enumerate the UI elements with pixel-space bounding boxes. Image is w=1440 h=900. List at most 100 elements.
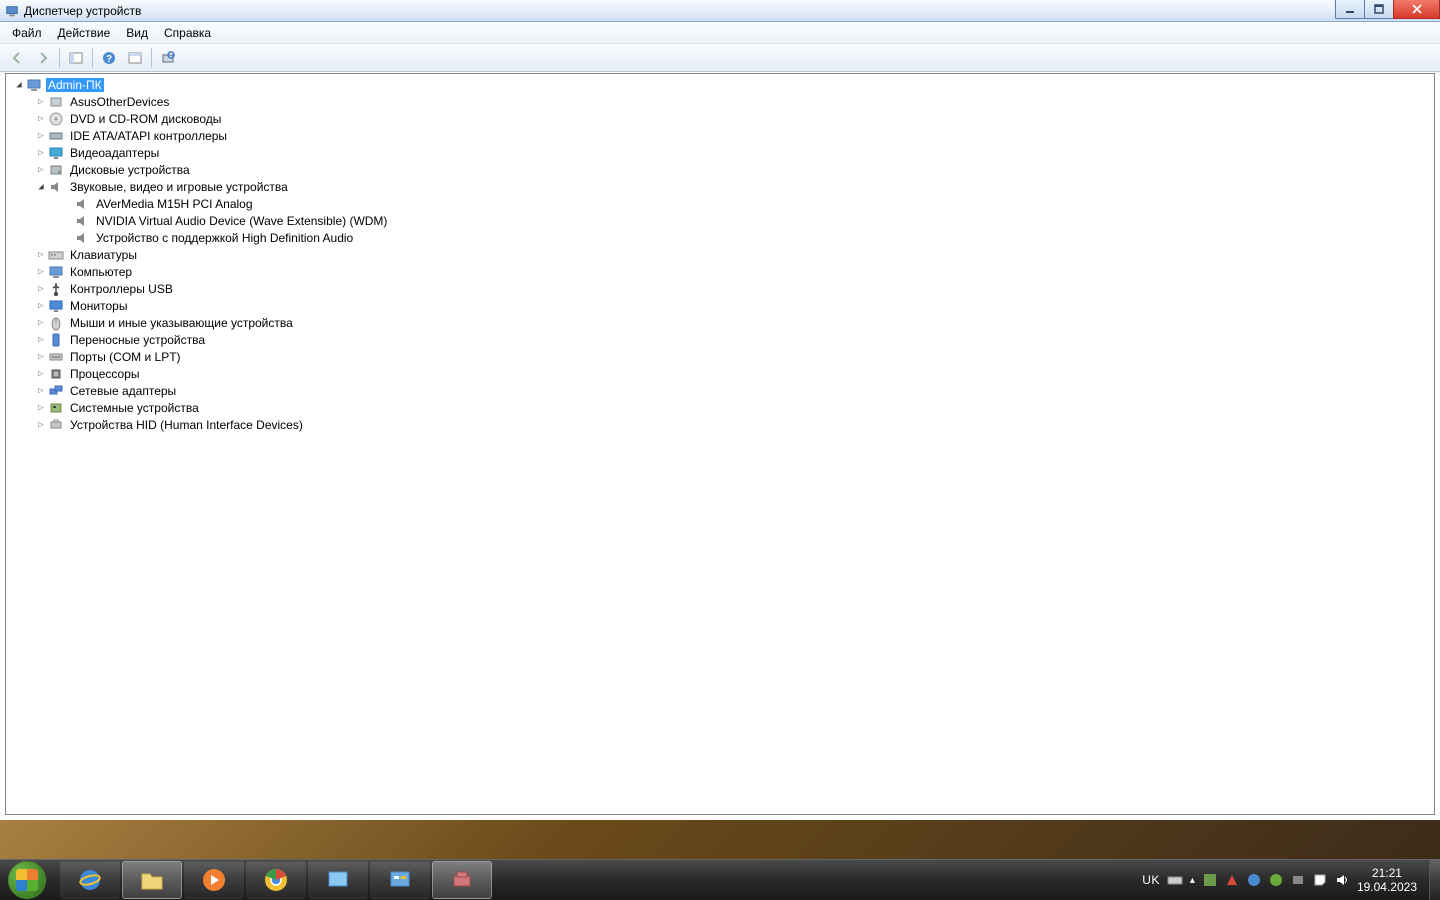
language-indicator[interactable]: UK <box>1142 873 1160 887</box>
tree-node-label: Системные устройства <box>68 401 201 415</box>
tree-node-label: Устройства HID (Human Interface Devices) <box>68 418 305 432</box>
tree-node-0[interactable]: ▷ AsusOtherDevices <box>6 93 1434 110</box>
tree-child-label: NVIDIA Virtual Audio Device (Wave Extens… <box>94 214 389 228</box>
tree-node-3[interactable]: ▷Видеоадаптеры <box>6 144 1434 161</box>
tree-node-8[interactable]: ▷Контроллеры USB <box>6 280 1434 297</box>
computer-icon <box>26 77 42 93</box>
taskbar-explorer[interactable] <box>122 861 182 899</box>
tree-child-5-0[interactable]: AVerMedia M15H PCI Analog <box>6 195 1434 212</box>
tree-node-label: Дисковые устройства <box>68 163 192 177</box>
expand-icon[interactable]: ▷ <box>36 301 46 311</box>
expand-icon[interactable]: ▷ <box>36 114 46 124</box>
taskbar-control-panel[interactable] <box>370 861 430 899</box>
menu-help[interactable]: Справка <box>156 24 219 42</box>
tray-volume-icon[interactable] <box>1334 872 1350 888</box>
tray-icon-5[interactable] <box>1290 872 1306 888</box>
network-icon <box>48 383 64 399</box>
expand-icon[interactable]: ▷ <box>36 335 46 345</box>
expand-icon[interactable]: ▷ <box>36 284 46 294</box>
portable-icon <box>48 332 64 348</box>
taskbar[interactable]: UK ▴ 21:21 19.04.2023 <box>0 859 1440 900</box>
taskbar-ie[interactable] <box>60 861 120 899</box>
taskbar-chrome[interactable] <box>246 861 306 899</box>
expand-icon[interactable]: ▷ <box>36 386 46 396</box>
help-button[interactable]: ? <box>97 46 121 70</box>
expand-icon[interactable]: ▷ <box>36 250 46 260</box>
toolbar-separator <box>59 48 60 68</box>
expand-icon[interactable]: ▷ <box>36 131 46 141</box>
menu-view[interactable]: Вид <box>118 24 156 42</box>
scan-hardware-button[interactable] <box>156 46 180 70</box>
tree-node-13[interactable]: ▷ Процессоры <box>6 365 1434 382</box>
tree-node-label: Процессоры <box>68 367 142 381</box>
tray-icon-2[interactable] <box>1224 872 1240 888</box>
taskbar-device-manager[interactable] <box>432 861 492 899</box>
disc-icon <box>48 111 64 127</box>
tray-expand-icon[interactable]: ▴ <box>1190 875 1195 886</box>
collapse-icon[interactable]: ◢ <box>36 182 46 192</box>
tree-node-7[interactable]: ▷Компьютер <box>6 263 1434 280</box>
tree-node-label: AsusOtherDevices <box>68 95 171 109</box>
tree-node-label: IDE ATA/ATAPI контроллеры <box>68 129 229 143</box>
tray-icon-3[interactable] <box>1246 872 1262 888</box>
windows-orb-icon <box>8 861 46 899</box>
minimize-button[interactable] <box>1335 0 1365 19</box>
device-tree[interactable]: ◢Admin-ПК ▷ AsusOtherDevices▷DVD и CD-ROM … <box>5 73 1435 815</box>
tree-node-2[interactable]: ▷ IDE ATA/ATAPI контроллеры <box>6 127 1434 144</box>
expand-icon[interactable]: ▷ <box>36 420 46 430</box>
expand-icon[interactable]: ▷ <box>36 267 46 277</box>
toolbar: ? <box>0 44 1440 72</box>
clock-date: 19.04.2023 <box>1357 880 1417 894</box>
display-icon <box>48 145 64 161</box>
start-button[interactable] <box>0 860 54 900</box>
tree-node-4[interactable]: ▷ Дисковые устройства <box>6 161 1434 178</box>
tree-child-5-1[interactable]: NVIDIA Virtual Audio Device (Wave Extens… <box>6 212 1434 229</box>
tree-node-12[interactable]: ▷ Порты (COM и LPT) <box>6 348 1434 365</box>
tree-node-16[interactable]: ▷ Устройства HID (Human Interface Devices… <box>6 416 1434 433</box>
forward-button[interactable] <box>31 46 55 70</box>
tree-node-label: Звуковые, видео и игровые устройства <box>68 180 290 194</box>
tree-root[interactable]: ◢Admin-ПК <box>6 76 1434 93</box>
show-hide-console-button[interactable] <box>64 46 88 70</box>
expand-icon[interactable]: ▷ <box>36 165 46 175</box>
tree-node-14[interactable]: ▷Сетевые адаптеры <box>6 382 1434 399</box>
menu-file[interactable]: Файл <box>4 24 50 42</box>
collapse-icon[interactable]: ◢ <box>14 80 24 90</box>
show-desktop-button[interactable] <box>1429 860 1440 900</box>
expand-icon[interactable]: ▷ <box>36 148 46 158</box>
monitor-icon <box>48 298 64 314</box>
tree-node-15[interactable]: ▷ Системные устройства <box>6 399 1434 416</box>
tray-action-center-icon[interactable] <box>1312 872 1328 888</box>
keyboard-tray-icon[interactable] <box>1167 872 1183 888</box>
tree-child-5-2[interactable]: Устройство с поддержкой High Definition … <box>6 229 1434 246</box>
hid-icon <box>48 417 64 433</box>
expand-icon[interactable]: ▷ <box>36 352 46 362</box>
tree-node-label: Клавиатуры <box>68 248 139 262</box>
expand-icon[interactable]: ▷ <box>36 318 46 328</box>
tree-node-6[interactable]: ▷ Клавиатуры <box>6 246 1434 263</box>
tree-node-1[interactable]: ▷DVD и CD-ROM дисководы <box>6 110 1434 127</box>
app-icon <box>5 4 19 18</box>
tree-node-11[interactable]: ▷ Переносные устройства <box>6 331 1434 348</box>
maximize-button[interactable] <box>1364 0 1394 19</box>
tree-node-label: Порты (COM и LPT) <box>68 350 183 364</box>
computer-icon <box>48 264 64 280</box>
tree-node-label: Переносные устройства <box>68 333 207 347</box>
tree-node-10[interactable]: ▷Мыши и иные указывающие устройства <box>6 314 1434 331</box>
taskbar-media-player[interactable] <box>184 861 244 899</box>
close-button[interactable] <box>1393 0 1440 19</box>
back-button[interactable] <box>5 46 29 70</box>
properties-button[interactable] <box>123 46 147 70</box>
generic-icon <box>48 94 64 110</box>
expand-icon[interactable]: ▷ <box>36 97 46 107</box>
tray-icon-1[interactable] <box>1202 872 1218 888</box>
tree-node-9[interactable]: ▷Мониторы <box>6 297 1434 314</box>
expand-icon[interactable]: ▷ <box>36 403 46 413</box>
titlebar[interactable]: Диспетчер устройств <box>0 0 1440 22</box>
tree-node-5[interactable]: ◢ Звуковые, видео и игровые устройства <box>6 178 1434 195</box>
taskbar-app1[interactable] <box>308 861 368 899</box>
expand-icon[interactable]: ▷ <box>36 369 46 379</box>
menu-action[interactable]: Действие <box>50 24 119 42</box>
clock[interactable]: 21:21 19.04.2023 <box>1357 866 1417 894</box>
tray-nvidia-icon[interactable] <box>1268 872 1284 888</box>
